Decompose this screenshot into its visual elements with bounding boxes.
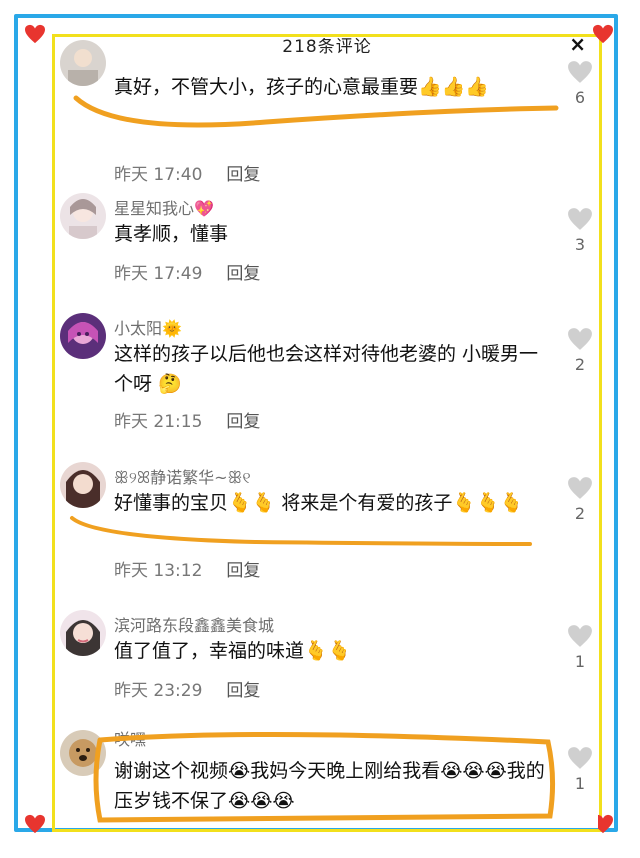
comment-meta: 昨天 21:15 回复 [114,407,260,432]
close-button[interactable]: × [569,38,586,56]
avatar[interactable] [60,193,106,239]
comment-text: 值了值了，幸福的味道🫰🫰 [114,640,352,662]
comment-text: 好懂事的宝贝🫰🫰 将来是个有爱的孩子🫰🫰🫰 [114,492,524,514]
comment-meta: 昨天 23:29 回复 [114,676,260,701]
heart-decoration-icon [24,24,46,44]
heart-outline-icon [568,747,592,769]
comment-text: 真孝顺，懂事 [114,223,229,245]
like-button[interactable]: 2 [564,327,596,374]
avatar[interactable] [60,313,106,359]
like-count: 1 [574,774,586,793]
avatar[interactable] [60,40,106,86]
avatar[interactable] [60,730,106,776]
highlight-scribbles [70,95,559,823]
like-count: 2 [574,355,586,374]
comment-text: 真好，不管大小，孩子的心意最重要👍👍👍 [114,76,489,98]
heart-decoration-icon [24,814,46,834]
like-button[interactable]: 1 [564,624,596,671]
username[interactable]: ꕥ୨ꕤ静诺繁华~ꕥ୧ [114,464,251,488]
heart-outline-icon [568,328,592,350]
avatar[interactable] [60,462,106,508]
like-button[interactable]: 6 [564,60,596,107]
reply-button[interactable]: 回复 [226,412,260,432]
comment-meta: 昨天 17:49 回复 [114,259,260,284]
comment-time: 昨天 23:29 [114,681,203,701]
underline-scribble [73,95,559,128]
like-button[interactable]: 1 [564,746,596,793]
reply-button[interactable]: 回复 [226,561,260,581]
like-button[interactable]: 3 [564,207,596,254]
username[interactable]: 小太阳🌞 [114,315,182,339]
comment-meta: 昨天 13:12 回复 [114,556,260,581]
like-count: 3 [574,235,586,254]
avatar[interactable] [60,610,106,656]
like-count: 1 [574,652,586,671]
comment-time: 昨天 21:15 [114,412,203,432]
heart-outline-icon [568,208,592,230]
comment-count-title: 218条评论 [282,38,372,57]
reply-button[interactable]: 回复 [226,681,260,701]
comment-time: 昨天 17:49 [114,264,203,284]
comment-time: 昨天 17:40 [114,165,203,185]
comment-text: 谢谢这个视频😭我妈今天晚上刚给我看😭😭😭我的压岁钱不保了😭😭😭 [114,760,545,812]
comment-time: 昨天 13:12 [114,561,203,581]
comment-text: 这样的孩子以后他也会这样对待他老婆的 小暖男一个呀 🤔 [114,343,539,395]
username[interactable]: 咲嘿 [114,726,146,750]
comments-panel: 218条评论 × 真好，不管大小，孩子的心意最重要👍👍👍 昨天 17:40 回复 … [56,38,598,828]
heart-outline-icon [568,477,592,499]
like-button[interactable]: 2 [564,476,596,523]
underline-scribble [70,516,532,546]
comment-meta: 昨天 17:40 回复 [114,160,260,185]
heart-outline-icon [568,625,592,647]
like-count: 2 [574,504,586,523]
username[interactable]: 星星知我心💖 [114,195,214,219]
like-count: 6 [574,88,586,107]
reply-button[interactable]: 回复 [226,264,260,284]
username[interactable]: 滨河路东段鑫鑫美食城 [114,612,274,636]
heart-outline-icon [568,61,592,83]
reply-button[interactable]: 回复 [226,165,260,185]
